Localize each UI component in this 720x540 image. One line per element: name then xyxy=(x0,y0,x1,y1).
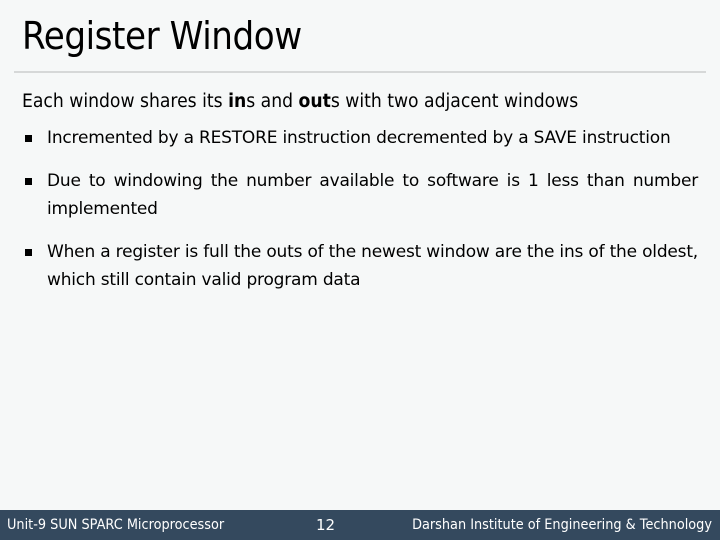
lead-bold-outs: out xyxy=(298,91,331,112)
lead-text-2: s and xyxy=(246,91,299,112)
footer-institute-name: Darshan Institute of Engineering & Techn… xyxy=(412,517,712,533)
footer-course-title: Unit-9 SUN SPARC Microprocessor xyxy=(7,517,225,533)
bullet-text: Incremented by a RESTORE instruction dec… xyxy=(47,128,671,148)
lead-bold-ins: in xyxy=(228,91,247,112)
square-bullet-icon xyxy=(25,135,32,142)
bullet-list: Incremented by a RESTORE instruction dec… xyxy=(22,124,698,294)
slide-footer: Unit-9 SUN SPARC Microprocessor 12 Darsh… xyxy=(0,510,720,540)
square-bullet-icon xyxy=(25,249,32,256)
square-bullet-icon xyxy=(25,178,32,185)
slide-content: Each window shares its ins and outs with… xyxy=(22,88,698,309)
footer-page-number: 12 xyxy=(316,516,336,534)
slide-title: Register Window xyxy=(22,14,302,58)
bullet-item: Incremented by a RESTORE instruction dec… xyxy=(22,124,698,152)
bullet-text: When a register is full the outs of the … xyxy=(47,242,698,290)
bullet-item: When a register is full the outs of the … xyxy=(22,238,698,294)
lead-text-1: Each window shares its xyxy=(22,91,229,112)
title-divider xyxy=(14,71,706,73)
bullet-text: Due to windowing the number available to… xyxy=(47,171,698,219)
lead-text-3: s with two adjacent windows xyxy=(330,91,579,112)
bullet-item: Due to windowing the number available to… xyxy=(22,167,698,223)
lead-paragraph: Each window shares its ins and outs with… xyxy=(22,88,651,116)
